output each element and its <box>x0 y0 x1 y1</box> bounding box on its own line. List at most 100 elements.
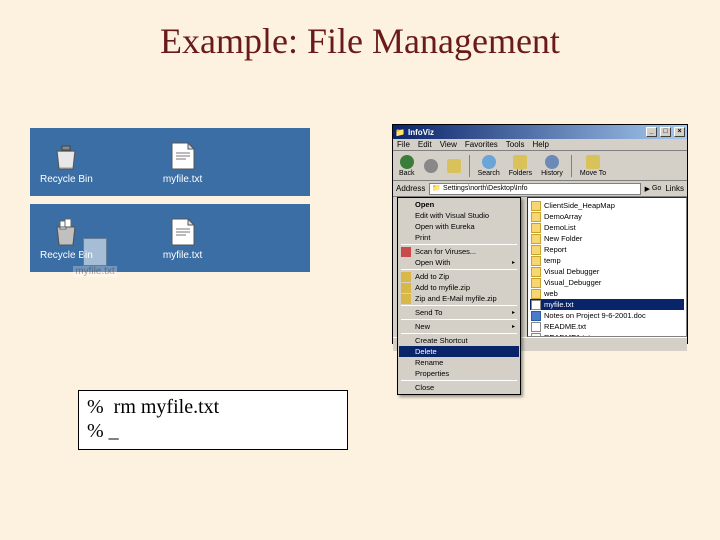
file-icon-before[interactable]: myfile.txt <box>163 140 202 185</box>
toolbar: Back Search Folders History Move To <box>393 151 687 181</box>
ctx-open-with[interactable]: Open With▸ <box>399 257 519 268</box>
ctx-send-to[interactable]: Send To▸ <box>399 307 519 318</box>
txt-file-icon <box>167 140 199 172</box>
list-item[interactable]: New Folder <box>530 233 684 244</box>
folder-icon <box>531 289 541 299</box>
ctx-print[interactable]: Print <box>399 232 519 243</box>
folder-icon <box>531 212 541 222</box>
file-label-before: myfile.txt <box>163 174 202 185</box>
zip-icon <box>401 272 411 282</box>
cursor-icon <box>109 420 119 442</box>
ctx-rename[interactable]: Rename <box>399 357 519 368</box>
up-button[interactable] <box>444 158 464 174</box>
list-item[interactable]: README1.txt <box>530 332 684 337</box>
ctx-create-shortcut[interactable]: Create Shortcut <box>399 335 519 346</box>
mail-icon <box>401 294 411 304</box>
ctx-properties[interactable]: Properties <box>399 368 519 379</box>
minimize-button[interactable]: _ <box>646 127 657 137</box>
txt-file-icon <box>531 300 541 310</box>
menubar: File Edit View Favorites Tools Help <box>393 139 687 151</box>
toolbar-separator-2 <box>571 155 572 177</box>
file-list[interactable]: ClientSide_HeapMap DemoArray DemoList Ne… <box>527 197 687 337</box>
list-item[interactable]: DemoArray <box>530 211 684 222</box>
menu-favorites[interactable]: Favorites <box>465 140 498 149</box>
list-item[interactable]: Visual Debugger <box>530 266 684 277</box>
slide-title: Example: File Management <box>0 0 720 62</box>
ctx-separator <box>401 244 517 245</box>
file-icon-after[interactable]: myfile.txt <box>163 216 202 261</box>
file-label-after: myfile.txt <box>163 250 202 261</box>
forward-button[interactable] <box>421 158 441 174</box>
list-item[interactable]: Visual_Debugger <box>530 277 684 288</box>
list-item-selected[interactable]: myfile.txt <box>530 299 684 310</box>
menu-edit[interactable]: Edit <box>418 140 432 149</box>
history-button[interactable]: History <box>538 154 566 178</box>
ctx-close[interactable]: Close <box>399 382 519 393</box>
ctx-delete[interactable]: Delete <box>399 346 519 357</box>
txt-file-icon <box>531 322 541 332</box>
address-field[interactable]: 📁 Settings\north\Desktop\Info <box>429 183 640 195</box>
ctx-separator-2 <box>401 269 517 270</box>
menu-file[interactable]: File <box>397 140 410 149</box>
explorer-window: 📁 InfoViz _ □ × File Edit View Favorites… <box>392 124 688 344</box>
folder-icon <box>531 267 541 277</box>
chevron-right-icon: ▸ <box>512 309 515 316</box>
moveto-button[interactable]: Move To <box>577 154 609 178</box>
menu-view[interactable]: View <box>440 140 457 149</box>
recycle-bin-icon <box>50 140 82 172</box>
menu-tools[interactable]: Tools <box>506 140 525 149</box>
ctx-open[interactable]: Open <box>399 199 519 210</box>
ctx-zip-email[interactable]: Zip and E-Mail myfile.zip <box>399 293 519 304</box>
list-item[interactable]: Notes on Project 9-6-2001.doc <box>530 310 684 321</box>
address-label: Address <box>396 184 425 193</box>
toolbar-separator <box>469 155 470 177</box>
txt-file-icon-after <box>167 216 199 248</box>
folder-icon: 📁 <box>395 128 405 137</box>
ctx-scan[interactable]: Scan for Viruses... <box>399 246 519 257</box>
list-item[interactable]: ClientSide_HeapMap <box>530 200 684 211</box>
ctx-separator-5 <box>401 333 517 334</box>
addressbar: Address 📁 Settings\north\Desktop\Info ▶G… <box>393 181 687 197</box>
folder-icon <box>531 201 541 211</box>
folders-button[interactable]: Folders <box>506 154 535 178</box>
list-item[interactable]: temp <box>530 255 684 266</box>
links-label[interactable]: Links <box>665 184 684 193</box>
folder-icon <box>531 256 541 266</box>
list-item[interactable]: README.txt <box>530 321 684 332</box>
list-item[interactable]: Report <box>530 244 684 255</box>
context-menu: Open Edit with Visual Studio Open with E… <box>397 197 521 395</box>
terminal-line-1: % rm myfile.txt <box>87 395 339 419</box>
ctx-new[interactable]: New▸ <box>399 321 519 332</box>
ctx-separator-6 <box>401 380 517 381</box>
list-item[interactable]: DemoList <box>530 222 684 233</box>
ctx-separator-3 <box>401 305 517 306</box>
ghost-file-label: myfile.txt <box>73 266 116 277</box>
recycle-bin-label: Recycle Bin <box>40 174 93 185</box>
shield-icon <box>401 247 411 257</box>
search-button[interactable]: Search <box>475 154 503 178</box>
ghost-file-icon <box>83 238 107 266</box>
ctx-separator-4 <box>401 319 517 320</box>
ctx-edit-vs[interactable]: Edit with Visual Studio <box>399 210 519 221</box>
chevron-right-icon: ▸ <box>512 259 515 266</box>
folder-icon <box>531 278 541 288</box>
explorer-body: Open Edit with Visual Studio Open with E… <box>393 197 687 337</box>
doc-file-icon <box>531 311 541 321</box>
ctx-add-myzip[interactable]: Add to myfile.zip <box>399 282 519 293</box>
ctx-add-zip[interactable]: Add to Zip <box>399 271 519 282</box>
back-button[interactable]: Back <box>396 154 418 178</box>
list-item[interactable]: web <box>530 288 684 299</box>
chevron-right-icon: ▸ <box>512 323 515 330</box>
terminal[interactable]: % rm myfile.txt % <box>78 390 348 450</box>
ctx-open-eureka[interactable]: Open with Eureka <box>399 221 519 232</box>
drag-ghost: myfile.txt <box>60 238 130 288</box>
folder-icon <box>531 234 541 244</box>
txt-file-icon <box>531 333 541 338</box>
maximize-button[interactable]: □ <box>660 127 671 137</box>
go-button[interactable]: ▶Go <box>645 185 662 193</box>
recycle-bin[interactable]: Recycle Bin <box>40 140 93 185</box>
terminal-line-2: % <box>87 419 339 443</box>
close-button[interactable]: × <box>674 127 685 137</box>
menu-help[interactable]: Help <box>532 140 548 149</box>
window-titlebar[interactable]: 📁 InfoViz _ □ × <box>393 125 687 139</box>
